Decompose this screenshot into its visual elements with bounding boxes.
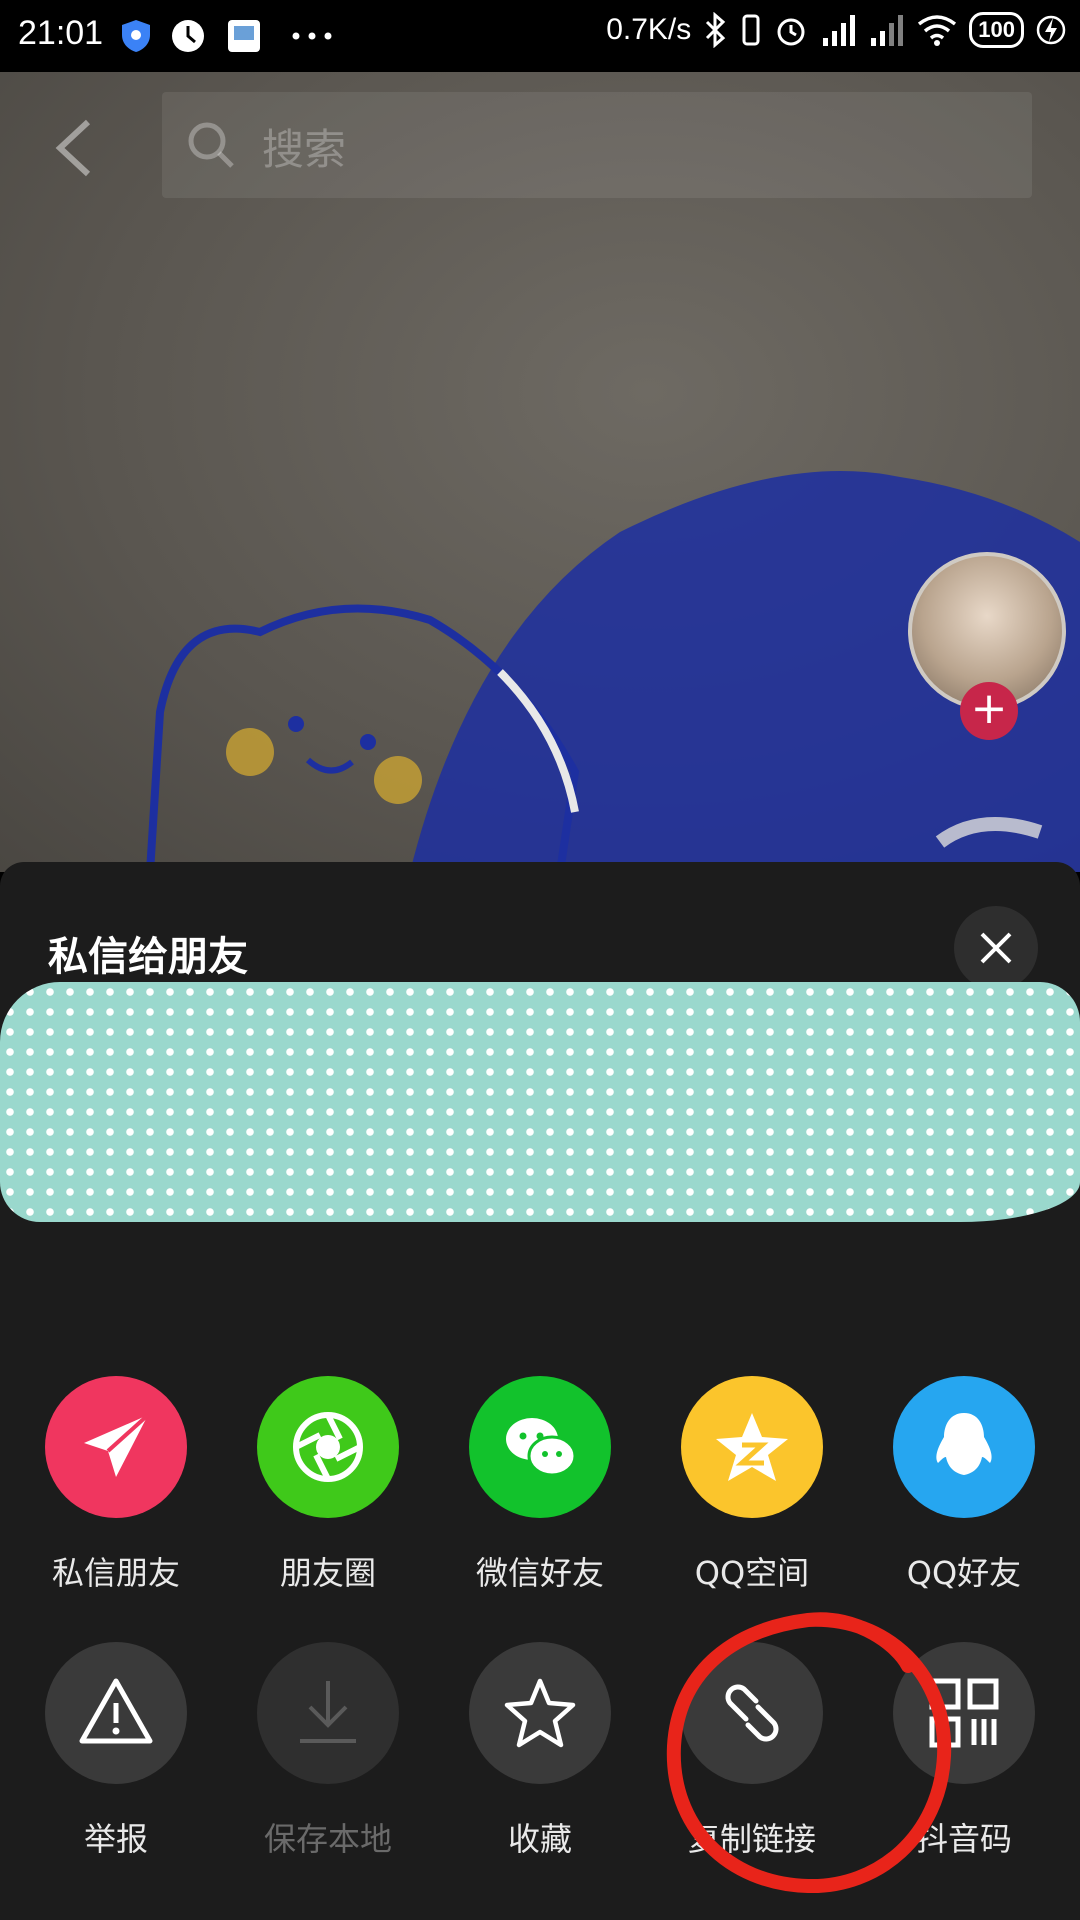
qzone-icon: [716, 1413, 788, 1481]
star-icon: [504, 1678, 576, 1748]
status-right: 0.7K/s 100: [606, 12, 1066, 48]
action-label: 保存本地: [263, 1820, 392, 1858]
share-label: QQ空间: [694, 1554, 810, 1592]
share-label: 私信朋友: [51, 1554, 180, 1592]
vibrate-icon: [742, 14, 760, 46]
action-circle[interactable]: [45, 1642, 187, 1784]
share-item-qq[interactable]: QQ好友: [884, 1376, 1044, 1594]
wifi-icon: [918, 15, 957, 46]
top-bar: 搜索: [0, 72, 1080, 212]
action-item-douyin-code[interactable]: 抖音码: [884, 1642, 1044, 1860]
action-row: 举报 保存本地 收藏 复制链接 抖音码: [0, 1642, 1080, 1860]
search-placeholder: 搜索: [262, 125, 347, 174]
action-circle[interactable]: [681, 1642, 823, 1784]
search-input[interactable]: 搜索: [162, 92, 1032, 198]
alarm-icon: [777, 18, 805, 46]
shield-icon: [122, 20, 150, 52]
share-circle[interactable]: [257, 1376, 399, 1518]
share-circle[interactable]: [45, 1376, 187, 1518]
author-avatar[interactable]: +: [908, 552, 1066, 740]
action-item-copy-link[interactable]: 复制链接: [672, 1642, 832, 1860]
action-item-save-local[interactable]: 保存本地: [248, 1642, 408, 1860]
follow-button[interactable]: +: [960, 682, 1018, 740]
action-item-favorite[interactable]: 收藏: [460, 1642, 620, 1860]
moments-icon: [293, 1412, 363, 1482]
share-label: QQ好友: [906, 1554, 1022, 1592]
search-icon: [188, 122, 234, 168]
action-label: 复制链接: [687, 1820, 816, 1858]
wechat-icon: [506, 1418, 577, 1477]
status-bar: 21:01 0.7K/s 100: [0, 0, 1080, 72]
close-icon: [980, 932, 1012, 964]
action-item-report[interactable]: 举报: [36, 1642, 196, 1860]
action-circle[interactable]: [257, 1642, 399, 1784]
action-label: 抖音码: [915, 1820, 1012, 1858]
close-button[interactable]: [954, 906, 1038, 990]
qq-icon: [936, 1413, 992, 1475]
share-sheet: 私信给朋友 私信朋友 朋友圈 微信好友 QQ空间 QQ好友 举报 保存本地 收藏…: [0, 862, 1080, 1920]
share-item-moments[interactable]: 朋友圈: [248, 1376, 408, 1594]
net-speed: 0.7K/s: [606, 13, 692, 46]
qrcode-icon: [929, 1678, 999, 1748]
action-circle[interactable]: [469, 1642, 611, 1784]
action-circle[interactable]: [893, 1642, 1035, 1784]
battery-icon: 100: [969, 12, 1024, 48]
back-arrow-icon[interactable]: [50, 118, 100, 178]
clock-app-icon: [172, 20, 204, 52]
action-label: 举报: [83, 1820, 148, 1858]
share-item-qzone[interactable]: QQ空间: [672, 1376, 832, 1594]
share-circle[interactable]: [469, 1376, 611, 1518]
bluetooth-icon: [706, 12, 726, 48]
share-circle[interactable]: [681, 1376, 823, 1518]
share-item-wechat[interactable]: 微信好友: [460, 1376, 620, 1594]
share-label: 微信好友: [475, 1554, 604, 1592]
sheet-title: 私信给朋友: [48, 934, 248, 980]
share-circle[interactable]: [893, 1376, 1035, 1518]
redacted-friends-list: [0, 982, 1080, 1222]
link-icon: [725, 1684, 779, 1742]
action-label: 收藏: [507, 1820, 572, 1858]
hd-signal-icon: [871, 15, 904, 46]
share-row: 私信朋友 朋友圈 微信好友 QQ空间 QQ好友: [0, 1376, 1080, 1594]
charging-icon: [1036, 15, 1066, 45]
status-time: 21:01: [18, 14, 104, 52]
app-icon: [228, 20, 260, 52]
more-dots-icon: [292, 32, 332, 40]
send-icon: [84, 1413, 150, 1477]
share-label: 朋友圈: [279, 1554, 376, 1592]
share-item-private-message[interactable]: 私信朋友: [36, 1376, 196, 1594]
report-icon: [79, 1678, 153, 1744]
download-icon: [300, 1681, 356, 1743]
signal-icon: [823, 15, 856, 46]
